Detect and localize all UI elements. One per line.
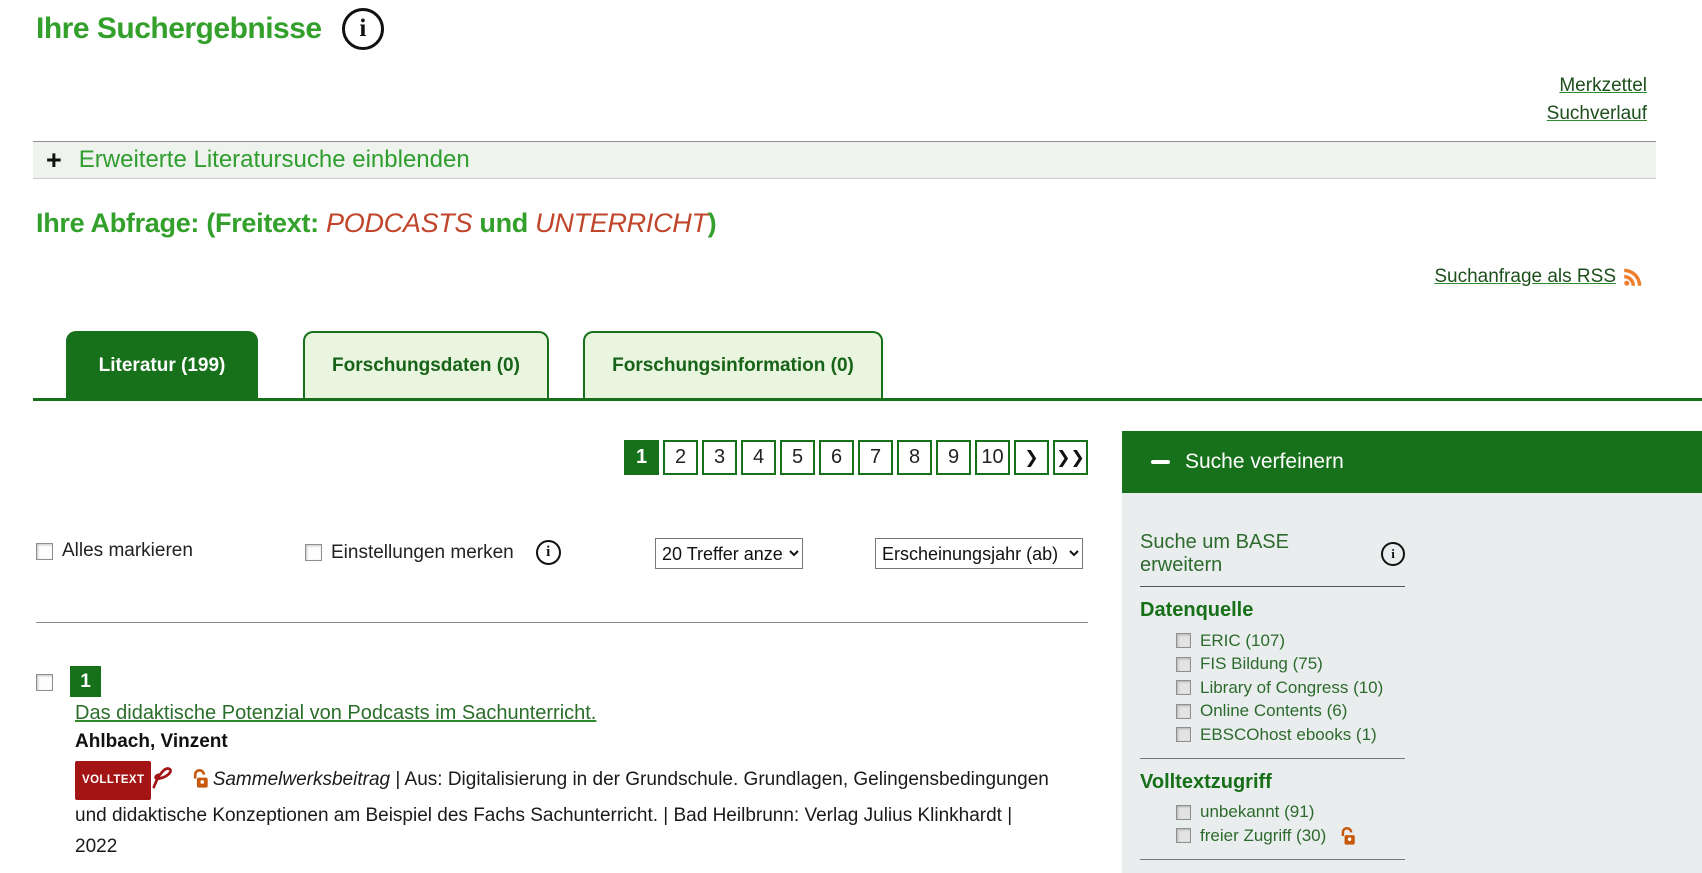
facet-label: Library of Congress (10) <box>1200 678 1383 698</box>
pdf-icon <box>151 766 174 789</box>
select-all-control: Alles markieren <box>36 540 193 562</box>
result-1-number-badge: 1 <box>70 666 101 697</box>
tab-literatur-label: Literatur (199) <box>99 355 226 377</box>
page-button-5[interactable]: 5 <box>780 440 815 475</box>
result-1-title-link[interactable]: Das didaktische Potenzial von Podcasts i… <box>75 702 596 725</box>
remember-settings-label: Einstellungen merken <box>331 542 514 564</box>
next-page-button[interactable]: ❯ <box>1014 440 1049 475</box>
pagination: 1 2 3 4 5 6 7 8 9 10 ❯ ❯❯ <box>624 440 1088 475</box>
query-summary: Ihre Abfrage: (Freitext: PODCASTS und UN… <box>36 208 716 239</box>
page-title: Ihre Suchergebnisse i <box>36 8 384 50</box>
page-button-2[interactable]: 2 <box>663 440 698 475</box>
page-button-6[interactable]: 6 <box>819 440 854 475</box>
top-links: Merkzettel Suchverlauf <box>1547 72 1647 128</box>
tab-literatur[interactable]: Literatur (199) <box>66 331 258 401</box>
facet-label: unbekannt (91) <box>1200 802 1314 822</box>
facet-checkbox[interactable] <box>1176 704 1191 719</box>
info-icon[interactable]: i <box>1381 542 1405 566</box>
remember-settings-checkbox[interactable] <box>305 544 322 561</box>
facet-checkbox[interactable] <box>1176 657 1191 672</box>
facet-label: FIS Bildung (75) <box>1200 654 1323 674</box>
open-lock-icon <box>1338 826 1356 846</box>
refine-search-sidebar: Suche verfeinern Suche um BASE erweitern… <box>1122 431 1702 873</box>
tab-forschungsdaten[interactable]: Forschungsdaten (0) <box>303 331 549 398</box>
facet-checkbox[interactable] <box>1176 633 1191 648</box>
select-all-label: Alles markieren <box>62 540 193 562</box>
facet-divider <box>1140 859 1405 860</box>
page-button-1[interactable]: 1 <box>624 440 659 475</box>
facet-checkbox[interactable] <box>1176 727 1191 742</box>
query-term-1: PODCASTS <box>326 208 472 238</box>
rss-row: Suchanfrage als RSS <box>1434 266 1643 288</box>
page-title-text: Ihre Suchergebnisse <box>36 12 322 46</box>
query-prefix: Ihre Abfrage: (Freitext: <box>36 208 326 238</box>
minus-icon <box>1151 460 1170 464</box>
remember-settings-control: Einstellungen merken i <box>305 540 561 565</box>
extend-base-link[interactable]: Suche um BASE erweitern i <box>1140 531 1405 587</box>
results-divider <box>36 622 1088 623</box>
advanced-search-label: Erweiterte Literatursuche einblenden <box>79 146 470 174</box>
sort-order-select[interactable]: Erscheinungsjahr (ab) <box>875 538 1083 569</box>
refine-search-title: Suche verfeinern <box>1185 450 1344 474</box>
query-term-2: UNTERRICHT <box>535 208 708 238</box>
page-button-7[interactable]: 7 <box>858 440 893 475</box>
merkzettel-link[interactable]: Merkzettel <box>1547 72 1647 100</box>
facet-checkbox[interactable] <box>1176 828 1191 843</box>
result-1-details: VOLLTEXT Sammelwerksbeitrag | Aus: Digit… <box>75 761 1080 863</box>
page-button-9[interactable]: 9 <box>936 440 971 475</box>
result-1-details-line-2: und didaktische Konzeptionen am Beispiel… <box>75 800 1080 832</box>
page-button-4[interactable]: 4 <box>741 440 776 475</box>
select-all-checkbox[interactable] <box>36 543 53 560</box>
advanced-search-toggle[interactable]: + Erweiterte Literatursuche einblenden <box>33 141 1656 179</box>
extend-base-label: Suche um BASE erweitern <box>1140 531 1370 577</box>
search-results-page: Ihre Suchergebnisse i Merkzettel Suchver… <box>0 0 1702 873</box>
info-icon[interactable]: i <box>536 540 561 565</box>
result-1-details-line-3: 2022 <box>75 831 1080 863</box>
page-button-10[interactable]: 10 <box>975 440 1010 475</box>
result-1-author: Ahlbach, Vinzent <box>75 731 228 753</box>
facet-item-eric[interactable]: ERIC (107) <box>1140 629 1702 653</box>
suchverlauf-link[interactable]: Suchverlauf <box>1547 100 1647 128</box>
facet-item-online-contents[interactable]: Online Contents (6) <box>1140 700 1702 724</box>
facet-label: freier Zugriff (30) <box>1200 826 1326 846</box>
rss-link[interactable]: Suchanfrage als RSS <box>1434 266 1616 288</box>
page-button-3[interactable]: 3 <box>702 440 737 475</box>
refine-search-body: Suche um BASE erweitern i Datenquelle ER… <box>1122 493 1702 873</box>
facet-title-datenquelle: Datenquelle <box>1140 599 1702 622</box>
facet-item-library-of-congress[interactable]: Library of Congress (10) <box>1140 676 1702 700</box>
tabs-divider <box>33 398 1702 401</box>
result-1-details-line-1: VOLLTEXT Sammelwerksbeitrag | Aus: Digit… <box>75 761 1080 800</box>
facet-item-unbekannt[interactable]: unbekannt (91) <box>1140 801 1702 825</box>
query-connector: und <box>472 208 535 238</box>
tab-forschungsinformation[interactable]: Forschungsinformation (0) <box>583 331 883 398</box>
plus-icon: + <box>46 147 62 174</box>
facet-label: Online Contents (6) <box>1200 701 1347 721</box>
page-button-8[interactable]: 8 <box>897 440 932 475</box>
refine-search-header[interactable]: Suche verfeinern <box>1122 431 1702 493</box>
facet-item-fis-bildung[interactable]: FIS Bildung (75) <box>1140 653 1702 677</box>
results-per-page-select[interactable]: 20 Treffer anzeigen <box>655 538 803 569</box>
open-lock-icon <box>190 768 209 789</box>
rss-icon <box>1623 267 1643 287</box>
tab-forschungsinformation-label: Forschungsinformation (0) <box>612 355 854 377</box>
result-1-type: Sammelwerksbeitrag <box>213 769 390 790</box>
tab-forschungsdaten-label: Forschungsdaten (0) <box>332 355 520 377</box>
result-1-checkbox[interactable] <box>36 674 53 691</box>
query-suffix: ) <box>708 208 717 238</box>
info-icon[interactable]: i <box>342 8 384 50</box>
facet-label: ERIC (107) <box>1200 631 1285 651</box>
result-1-source-part-1: | Aus: Digitalisierung in der Grundschul… <box>390 769 1049 790</box>
facet-item-freier-zugriff[interactable]: freier Zugriff (30) <box>1140 824 1702 848</box>
last-page-button[interactable]: ❯❯ <box>1053 440 1088 475</box>
facet-divider <box>1140 758 1405 759</box>
volltext-badge: VOLLTEXT <box>75 761 151 800</box>
facet-label: EBSCOhost ebooks (1) <box>1200 725 1377 745</box>
facet-title-volltextzugriff: Volltextzugriff <box>1140 771 1702 794</box>
facet-item-ebscohost-ebooks[interactable]: EBSCOhost ebooks (1) <box>1140 723 1702 747</box>
facet-checkbox[interactable] <box>1176 805 1191 820</box>
facet-checkbox[interactable] <box>1176 680 1191 695</box>
